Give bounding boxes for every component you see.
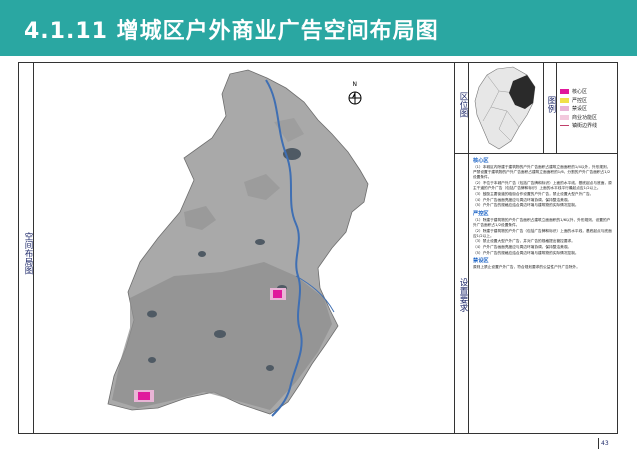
reservoir	[198, 251, 206, 257]
section-heading: 禁设区	[473, 258, 489, 265]
reservoir	[255, 239, 265, 245]
requirement-item: （1）本城区内除建于建筑物的户外广告面积占建筑立面面积的1/4以外，外形规则，严…	[473, 165, 611, 180]
map-legend: 核心区 严控区 禁设区 商业功能区 镇街边界线	[560, 88, 618, 131]
requirement-item: （1）除建于建筑物的户外广告面积占建筑立面面积的1/6以外，外形规则，设置的户外…	[473, 217, 611, 227]
requirements-panel-label: 设置要求	[458, 278, 468, 312]
requirement-item: （3）鼓励主要街道的临街合作设置的户外广告，禁止设置大型户外广告。	[473, 192, 594, 197]
title-bar: 4.1.11 增城区户外商业广告空间布局图	[0, 0, 637, 56]
legend-label: 严控区	[572, 97, 588, 104]
legend-item-core: 核心区	[560, 88, 618, 95]
legend-label: 核心区	[572, 89, 588, 95]
location-panel-label: 区位图	[458, 92, 468, 118]
requirement-item: （5）户外广告的规格应结合周边环境与建筑物的实际情况控制。	[473, 250, 579, 255]
north-label: N	[353, 81, 358, 88]
core-zone-town-center	[273, 290, 282, 298]
reservoir	[214, 330, 226, 338]
core-zone-town-center	[138, 392, 150, 400]
requirements-text: 核心区 （1）本城区内除建于建筑物的户外广告面积占建筑立面面积的1/4以外，外形…	[473, 156, 613, 428]
section-heading: 严控区	[473, 210, 489, 217]
page-title: 4.1.11 增城区户外商业广告空间布局图	[24, 19, 439, 44]
legend-label: 镇街边界线	[572, 123, 598, 129]
reservoir	[266, 365, 274, 371]
legend-item-forbidden: 禁设区	[560, 105, 618, 112]
district-map: N	[107, 69, 369, 417]
section-heading: 核心区	[473, 158, 489, 164]
requirement-item: （4）户外广告画面亮度应与周边环境协调，保持整洁美观。	[473, 245, 572, 250]
legend-item-commercial: 商业功能区	[560, 114, 618, 121]
requirement-item: 原则上禁止设置户外广告，符合规划要求的公益性户外广告除外。	[473, 265, 580, 270]
requirement-item: （5）户外广告的规格应结合周边环境与建筑物的实际情况控制。	[473, 203, 579, 208]
page-number-divider	[598, 438, 599, 449]
location-map	[474, 66, 536, 150]
legend-swatch	[560, 89, 569, 94]
legend-swatch	[560, 114, 569, 120]
legend-item-strict: 严控区	[560, 97, 618, 104]
page-number: 43	[601, 440, 609, 447]
requirement-item: （2）除建于建筑物的户外广告（包括广告牌和标识）上面的水平线，基底起点与底面应1…	[473, 228, 612, 238]
reservoir	[147, 310, 157, 318]
requirement-item: （3）禁止设置大型户外广告，并对广告的规格提出管控要求。	[473, 239, 575, 244]
legend-panel-label: 图例	[546, 96, 556, 113]
legend-swatch	[560, 97, 569, 103]
panel-divider	[455, 153, 618, 154]
legend-label: 商业功能区	[572, 114, 598, 121]
map-area: N	[34, 62, 455, 434]
north-arrow	[348, 91, 362, 105]
legend-line	[560, 125, 569, 126]
legend-label: 禁设区	[572, 106, 588, 112]
left-panel-label: 空间布局图	[23, 232, 33, 275]
reservoir	[148, 357, 156, 363]
legend-swatch	[560, 106, 569, 111]
legend-item-boundary: 镇街边界线	[560, 122, 618, 129]
requirement-item: （2）不位于本城户外广告（包括广告牌和标识）上面的水平线，基底起点与底面，原主干…	[473, 181, 612, 191]
